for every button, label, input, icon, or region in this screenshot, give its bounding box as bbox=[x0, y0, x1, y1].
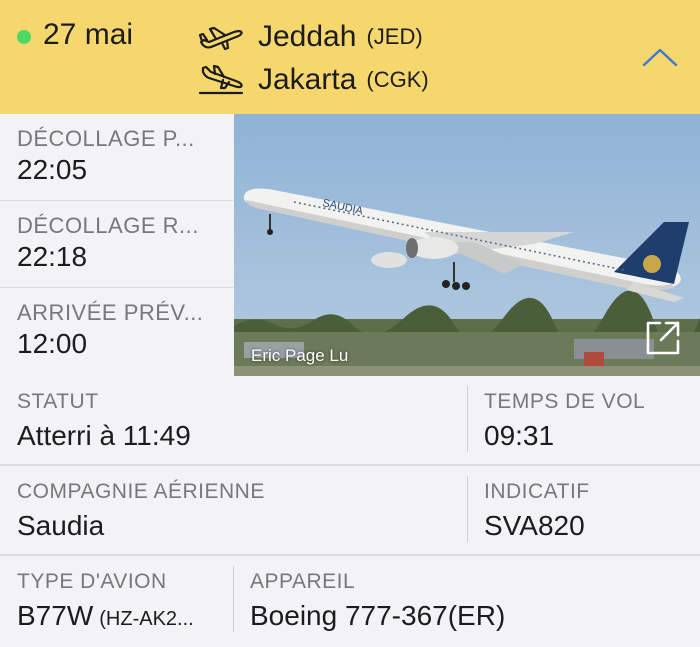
estimated-arrival-cell: ARRIVÉE PRÉV... 12:00 bbox=[0, 288, 234, 375]
callsign-value: SVA820 bbox=[484, 510, 585, 541]
flight-date: 27 mai bbox=[43, 18, 134, 51]
photo-credit: Eric Page Lu bbox=[251, 346, 349, 365]
departure-row: Jeddah (JED) bbox=[198, 17, 423, 57]
scheduled-departure-label: DÉCOLLAGE P... bbox=[17, 126, 195, 151]
actual-departure-label: DÉCOLLAGE R... bbox=[17, 213, 199, 238]
callsign-label: INDICATIF bbox=[484, 480, 590, 503]
aircraft-photo-image: SAUDIA bbox=[234, 114, 700, 376]
status-dot bbox=[17, 30, 31, 44]
plane-landing-icon bbox=[198, 64, 244, 95]
estimated-arrival-value: 12:00 bbox=[17, 328, 88, 359]
departure-city: Jeddah bbox=[258, 20, 357, 53]
status-cell: STATUT Atterri à 11:49 bbox=[0, 376, 467, 464]
aircraft-type-label: TYPE D'AVION bbox=[17, 570, 167, 593]
arrival-row: Jakarta (CGK) bbox=[198, 60, 429, 100]
status-value: Atterri à 11:49 bbox=[17, 420, 191, 451]
scheduled-departure-cell: DÉCOLLAGE P... 22:05 bbox=[0, 114, 234, 201]
status-row: STATUT Atterri à 11:49 TEMPS DE VOL 09:3… bbox=[0, 376, 700, 466]
flight-time-value: 09:31 bbox=[484, 420, 555, 451]
aircraft-type-code: B77W bbox=[17, 600, 94, 631]
arrival-city: Jakarta bbox=[258, 63, 357, 96]
actual-departure-value: 22:18 bbox=[17, 241, 88, 272]
aircraft-model-cell: APPAREIL Boeing 777-367(ER) bbox=[233, 556, 700, 644]
departure-code: (JED) bbox=[366, 24, 423, 49]
expand-icon[interactable] bbox=[644, 319, 682, 357]
plane-takeoff-icon bbox=[198, 26, 243, 51]
status-label: STATUT bbox=[17, 390, 99, 413]
callsign-cell: INDICATIF SVA820 bbox=[467, 466, 700, 554]
scheduled-departure-value: 22:05 bbox=[17, 154, 88, 185]
times-column: DÉCOLLAGE P... 22:05 DÉCOLLAGE R... 22:1… bbox=[0, 114, 234, 376]
aircraft-type-value: B77W (HZ-AK2... bbox=[17, 600, 194, 632]
airline-cell: COMPAGNIE AÉRIENNE Saudia bbox=[0, 466, 467, 554]
airline-label: COMPAGNIE AÉRIENNE bbox=[17, 480, 265, 503]
flight-time-cell: TEMPS DE VOL 09:31 bbox=[467, 376, 700, 464]
aircraft-photo[interactable]: SAUDIA Eric Page Lu bbox=[234, 114, 700, 376]
actual-departure-cell: DÉCOLLAGE R... 22:18 bbox=[0, 201, 234, 288]
aircraft-row: TYPE D'AVION B77W (HZ-AK2... APPAREIL Boe… bbox=[0, 556, 700, 647]
aircraft-model-value: Boeing 777-367(ER) bbox=[250, 600, 506, 631]
airline-value: Saudia bbox=[17, 510, 105, 541]
chevron-up-icon[interactable] bbox=[640, 45, 680, 71]
aircraft-registration: (HZ-AK2... bbox=[99, 608, 194, 630]
aircraft-type-cell: TYPE D'AVION B77W (HZ-AK2... bbox=[0, 556, 233, 644]
flight-header[interactable]: 27 mai Jeddah (JED) Jakarta (CGK) bbox=[0, 0, 700, 114]
airline-row: COMPAGNIE AÉRIENNE Saudia INDICATIF SVA8… bbox=[0, 466, 700, 556]
flight-time-label: TEMPS DE VOL bbox=[484, 390, 646, 413]
arrival-code: (CGK) bbox=[366, 67, 429, 92]
aircraft-model-label: APPAREIL bbox=[250, 570, 356, 593]
estimated-arrival-label: ARRIVÉE PRÉV... bbox=[17, 300, 204, 325]
